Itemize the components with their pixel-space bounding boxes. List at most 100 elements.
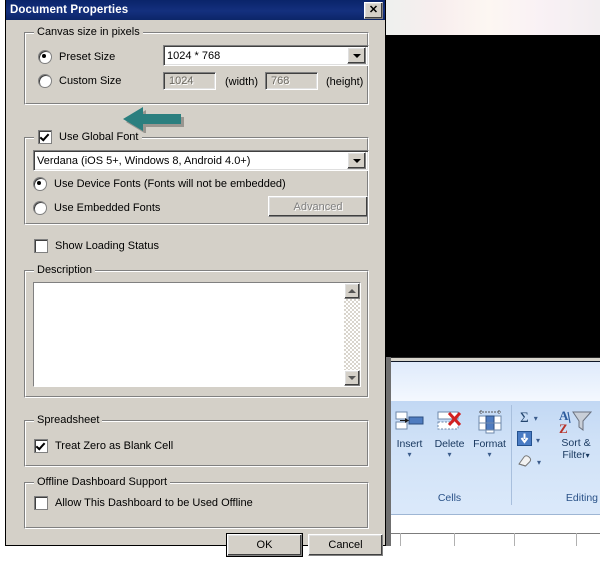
advanced-button[interactable]: Advanced xyxy=(268,196,368,217)
delete-cells-label: Delete xyxy=(434,438,465,450)
use-global-font-checkbox[interactable]: Use Global Font xyxy=(34,130,143,144)
custom-width-value: 1024 xyxy=(169,75,194,87)
autosum-icon: Σ xyxy=(520,409,529,426)
insert-cells-label: Insert xyxy=(396,438,423,450)
background-left-edge xyxy=(386,357,391,546)
use-embedded-fonts-radio[interactable]: Use Embedded Fonts xyxy=(33,201,160,215)
allow-offline-checkbox-indicator[interactable] xyxy=(34,496,48,510)
excel-ribbon: Insert ▾ Delete ▾ Format ▾ Cells Σ ▾ ▾ ▾… xyxy=(386,362,600,514)
chevron-down-icon[interactable] xyxy=(347,152,366,169)
close-icon[interactable]: ✕ xyxy=(364,1,383,19)
spreadsheet-grid[interactable] xyxy=(386,533,600,546)
use-device-fonts-label: Use Device Fonts (Fonts will not be embe… xyxy=(54,178,286,190)
format-cells-icon xyxy=(471,408,509,438)
ribbon-group-label-cells: Cells xyxy=(437,492,462,504)
ribbon-group-cells: Insert ▾ Delete ▾ Format ▾ Cells xyxy=(388,405,512,505)
sort-filter-icon: A Z xyxy=(552,407,600,437)
use-device-fonts-radio-indicator[interactable] xyxy=(33,177,47,191)
description-scrollbar[interactable] xyxy=(344,283,360,386)
preset-size-label: Preset Size xyxy=(59,51,116,63)
clear-button[interactable]: ▾ xyxy=(516,451,550,473)
preset-size-value: 1024 * 768 xyxy=(167,49,221,62)
format-cells-button[interactable]: Format ▾ xyxy=(471,408,509,459)
global-font-value: Verdana (iOS 5+, Windows 8, Android 4.0+… xyxy=(37,154,251,167)
allow-offline-checkbox[interactable]: Allow This Dashboard to be Used Offline xyxy=(34,496,253,510)
show-loading-status-checkbox-indicator[interactable] xyxy=(34,239,48,253)
ribbon-group-editing: Σ ▾ ▾ ▾ A Z Sort & Filter▾ Editing xyxy=(514,405,600,505)
chevron-down-icon[interactable] xyxy=(347,47,366,64)
ribbon-group-label-editing: Editing xyxy=(565,492,598,504)
global-font-dropdown[interactable]: Verdana (iOS 5+, Windows 8, Android 4.0+… xyxy=(33,150,369,171)
custom-size-radio-indicator[interactable] xyxy=(38,74,52,88)
dialog-title-bar[interactable]: Document Properties ✕ xyxy=(6,0,385,20)
fill-icon xyxy=(516,430,533,450)
allow-offline-label: Allow This Dashboard to be Used Offline xyxy=(55,497,253,509)
use-embedded-fonts-label: Use Embedded Fonts xyxy=(54,202,161,214)
ribbon-top-row xyxy=(386,362,600,401)
format-cells-caret-icon[interactable]: ▾ xyxy=(471,450,509,459)
preset-size-radio[interactable]: Preset Size xyxy=(38,50,115,64)
dialog-title: Document Properties xyxy=(10,4,129,16)
use-embedded-fonts-radio-indicator[interactable] xyxy=(33,201,47,215)
document-properties-dialog: Document Properties ✕ Canvas size in pix… xyxy=(5,0,386,557)
description-text-value[interactable] xyxy=(34,283,344,386)
custom-size-label: Custom Size xyxy=(59,75,122,87)
preset-size-radio-indicator[interactable] xyxy=(38,50,52,64)
delete-cells-caret-icon[interactable]: ▾ xyxy=(431,450,469,459)
grid-column-divider xyxy=(514,533,515,546)
use-global-font-checkbox-indicator[interactable] xyxy=(38,130,52,144)
show-loading-status-checkbox[interactable]: Show Loading Status xyxy=(34,239,159,253)
sort-filter-caret-icon[interactable]: ▾ xyxy=(586,451,590,460)
treat-zero-as-blank-checkbox[interactable]: Treat Zero as Blank Cell xyxy=(34,439,173,453)
cancel-button-label: Cancel xyxy=(328,539,363,551)
custom-height-value: 768 xyxy=(271,75,290,87)
description-group-title: Description xyxy=(34,264,96,276)
use-device-fonts-radio[interactable]: Use Device Fonts (Fonts will not be embe… xyxy=(33,177,286,191)
canvas-size-group-title: Canvas size in pixels xyxy=(34,26,143,38)
scroll-up-icon[interactable] xyxy=(344,283,360,299)
offline-support-group-title: Offline Dashboard Support xyxy=(34,476,171,488)
custom-height-unit-label: (height) xyxy=(326,76,364,88)
delete-cells-button[interactable]: Delete ▾ xyxy=(431,408,469,459)
treat-zero-label: Treat Zero as Blank Cell xyxy=(55,440,174,452)
custom-size-radio[interactable]: Custom Size xyxy=(38,74,121,88)
grid-column-divider xyxy=(576,533,577,546)
preset-size-dropdown[interactable]: 1024 * 768 xyxy=(163,45,369,66)
autosum-button[interactable]: Σ ▾ xyxy=(516,407,550,429)
canvas-size-group xyxy=(24,32,369,105)
treat-zero-checkbox-indicator[interactable] xyxy=(34,439,48,453)
scrollbar-track[interactable] xyxy=(344,299,360,370)
background-black-area xyxy=(386,35,600,357)
advanced-button-label: Advanced xyxy=(293,200,343,213)
insert-cells-icon xyxy=(391,408,429,438)
custom-width-input[interactable]: 1024 xyxy=(163,72,216,90)
eraser-icon xyxy=(516,453,535,471)
svg-text:Z: Z xyxy=(559,421,568,436)
format-cells-label: Format xyxy=(473,438,506,450)
spreadsheet-group-title: Spreadsheet xyxy=(34,414,103,426)
background-top-strip xyxy=(386,0,600,35)
description-textarea[interactable] xyxy=(33,282,361,387)
fill-button[interactable]: ▾ xyxy=(516,429,550,451)
background-application: Insert ▾ Delete ▾ Format ▾ Cells Σ ▾ ▾ ▾… xyxy=(386,0,600,546)
clear-caret-icon[interactable]: ▾ xyxy=(537,458,541,467)
grid-column-divider xyxy=(400,533,401,546)
scroll-down-icon[interactable] xyxy=(344,370,360,386)
insert-cells-button[interactable]: Insert ▾ xyxy=(391,408,429,459)
ok-button[interactable]: OK xyxy=(226,533,303,557)
custom-width-unit-label: (width) xyxy=(225,76,259,88)
sort-filter-label-line1: Sort & xyxy=(561,437,591,449)
use-global-font-label: Use Global Font xyxy=(59,131,139,143)
fill-caret-icon[interactable]: ▾ xyxy=(536,436,540,445)
formula-bar[interactable] xyxy=(386,514,600,534)
sort-filter-label-line2: Filter▾ xyxy=(562,449,590,461)
ok-button-label: OK xyxy=(256,539,273,551)
insert-cells-caret-icon[interactable]: ▾ xyxy=(391,450,429,459)
grid-top-border xyxy=(386,533,600,534)
sort-and-filter-button[interactable]: A Z Sort & Filter▾ xyxy=(552,407,600,462)
cancel-button[interactable]: Cancel xyxy=(308,534,383,556)
delete-cells-icon xyxy=(431,408,469,438)
grid-column-divider xyxy=(454,533,455,546)
custom-height-input[interactable]: 768 xyxy=(265,72,318,90)
autosum-caret-icon[interactable]: ▾ xyxy=(534,414,538,423)
